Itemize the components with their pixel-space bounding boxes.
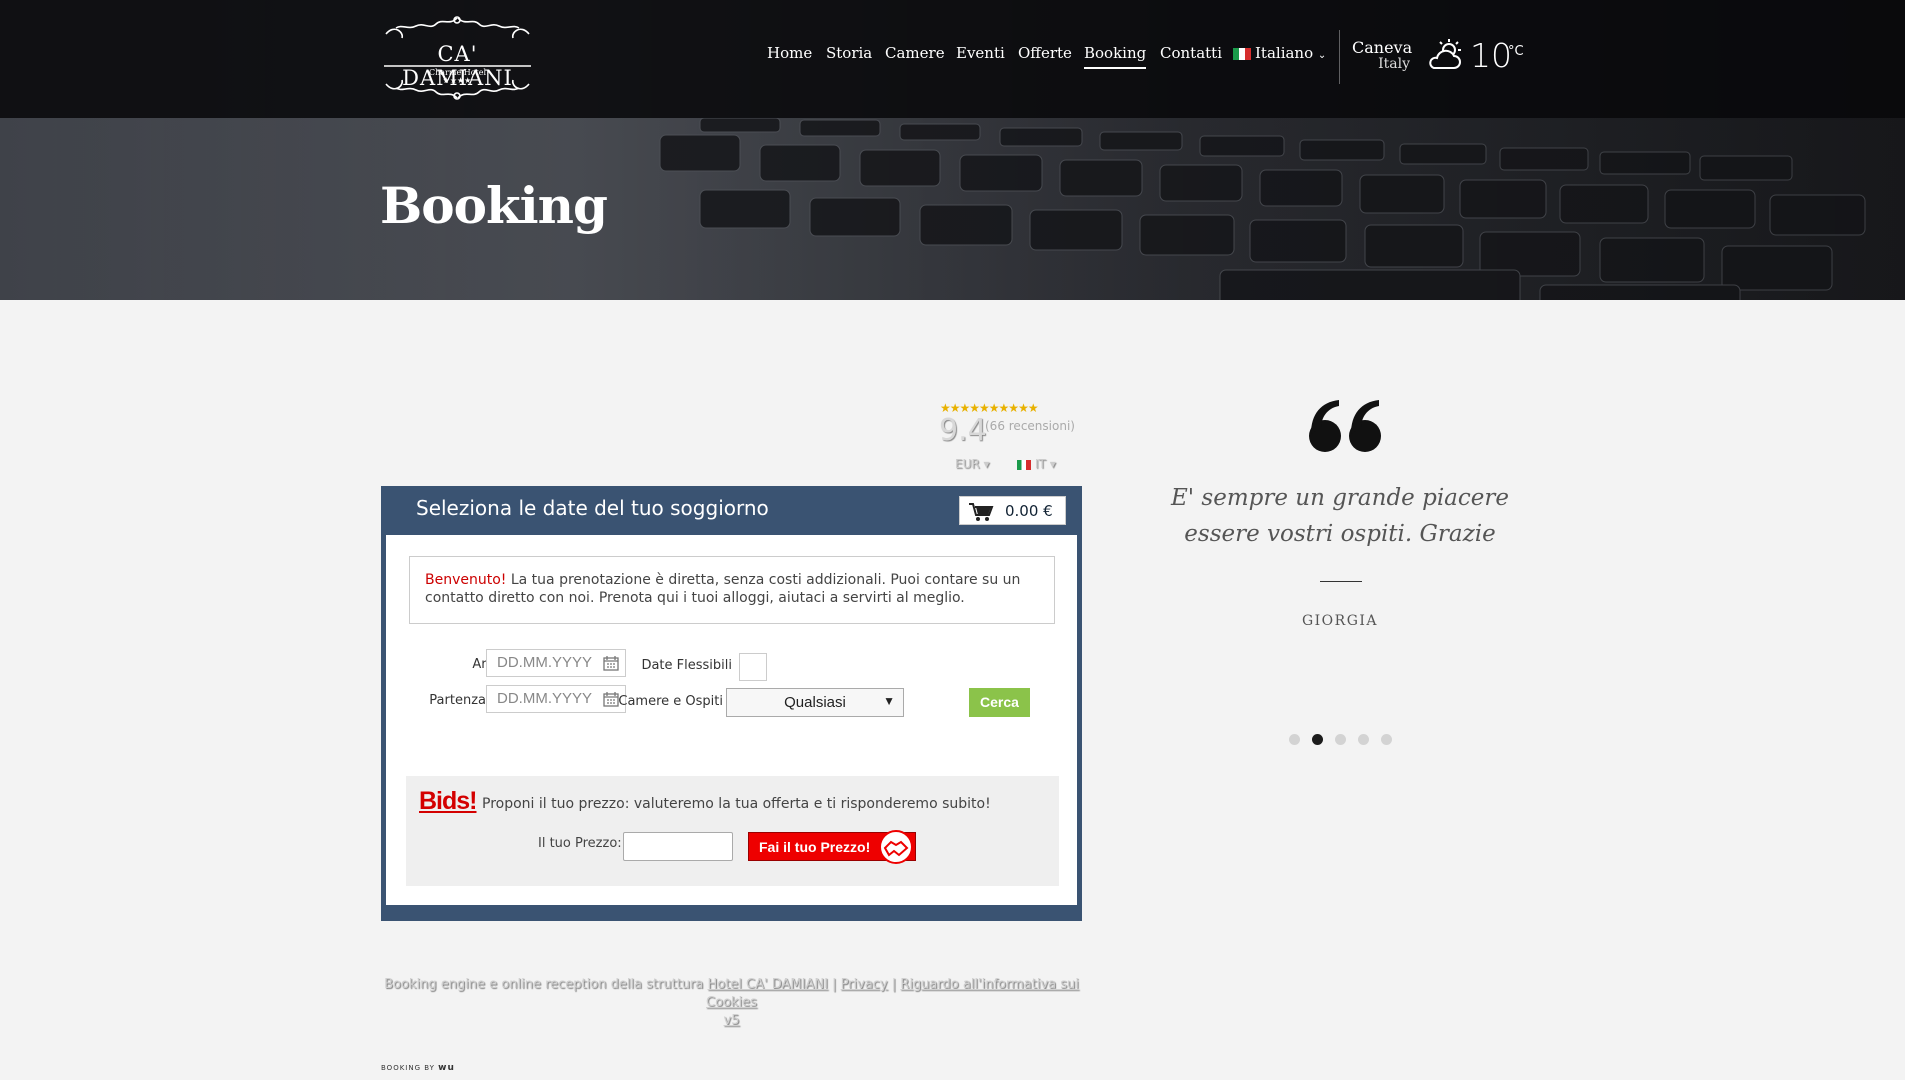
cart-total: 0.00 € (1005, 502, 1053, 520)
welcome-text: La tua prenotazione è diretta, senza cos… (425, 572, 1021, 606)
chevron-down-icon: ▼ (883, 694, 895, 708)
nav-eventi[interactable]: Eventi (956, 44, 1005, 62)
booking-page: ★★★★ CA' DAMIANI Charme Hotel Home Stori… (0, 0, 1905, 1080)
nav-home[interactable]: Home (767, 44, 812, 62)
make-offer-button[interactable]: Fai il tuo Prezzo! (748, 830, 916, 864)
departure-date-input[interactable]: DD.MM.YYYY (486, 685, 626, 713)
flexible-dates-label: Date Flessibili (641, 658, 732, 673)
testimonial-author: GIORGIA (1301, 613, 1379, 629)
slider-dot[interactable] (1358, 734, 1369, 745)
cart-icon (969, 503, 994, 521)
departure-label: Partenza (429, 693, 486, 708)
welcome-title: Benvenuto! (425, 572, 507, 588)
price-input[interactable] (623, 832, 733, 861)
reviews-count[interactable]: (66 recensioni) (985, 419, 1075, 433)
arrival-placeholder: DD.MM.YYYY (497, 654, 593, 671)
nav-camere[interactable]: Camere (885, 44, 945, 62)
nav-offerte[interactable]: Offerte (1018, 44, 1072, 62)
search-button[interactable]: Cerca (969, 688, 1030, 717)
testimonial-quote: E' sempre un grande piacere essere vostr… (1170, 485, 1509, 547)
bids-panel: Bids! Proponi il tuo prezzo: valuteremo … (406, 776, 1059, 886)
footer-separator: | (827, 977, 841, 992)
nav-booking[interactable]: Booking (1084, 44, 1147, 69)
currency-selector[interactable]: EUR ▾ (955, 457, 990, 471)
make-offer-label: Fai il tuo Prezzo! (759, 839, 871, 855)
widget-body: Benvenuto! La tua prenotazione è diretta… (386, 535, 1077, 905)
nav-contatti[interactable]: Contatti (1160, 44, 1222, 62)
version-link[interactable]: v5 (724, 1013, 740, 1028)
booking-widget: Seleziona le date del tuo soggiorno 0.00… (381, 486, 1082, 921)
language-label: Italiano (1255, 44, 1314, 62)
widget-heading: Seleziona le date del tuo soggiorno (416, 496, 769, 520)
partly-cloudy-icon (1429, 39, 1461, 69)
page-title: Booking (380, 176, 608, 235)
hero-banner: ★★★★ CA' DAMIANI Charme Hotel Home Stori… (0, 0, 1905, 300)
booking-by-label: BOOKING BY (381, 1064, 435, 1072)
rooms-guests-value: Qualsiasi (784, 694, 846, 711)
departure-placeholder: DD.MM.YYYY (497, 690, 593, 707)
testimonial-divider (1320, 581, 1362, 582)
slider-dot[interactable] (1289, 734, 1300, 745)
logo-subtitle: Charme Hotel (428, 68, 487, 77)
italy-flag-icon (1233, 48, 1251, 60)
booking-by[interactable]: BOOKING BY wu (381, 1063, 455, 1073)
arrival-date-input[interactable]: DD.MM.YYYY (486, 649, 626, 677)
language-selector[interactable]: Italiano ⌄ (1233, 44, 1326, 62)
bids-title: Bids! (419, 787, 477, 815)
weather-city: Caneva (1352, 38, 1413, 57)
weather-country: Italy (1378, 56, 1410, 72)
widget-language-selector[interactable]: IT ▾ (1017, 457, 1056, 471)
rooms-guests-select[interactable]: Qualsiasi ▼ (726, 688, 904, 717)
temperature-unit: °C (1508, 44, 1524, 59)
italy-flag-icon (1017, 459, 1031, 470)
chevron-down-icon: ▾ (1049, 457, 1056, 471)
rooms-guests-label: Camere e Ospiti (618, 694, 723, 709)
slider-dot[interactable] (1312, 734, 1323, 745)
calendar-icon[interactable] (603, 655, 619, 671)
welcome-message: Benvenuto! La tua prenotazione è diretta… (409, 556, 1055, 624)
cart-button[interactable]: 0.00 € (959, 496, 1066, 525)
top-navigation-bar: ★★★★ CA' DAMIANI Charme Hotel Home Stori… (0, 0, 1905, 118)
temperature-value: 10 (1470, 36, 1512, 75)
slider-dot[interactable] (1381, 734, 1392, 745)
bids-text: Proponi il tuo prezzo: valuteremo la tua… (482, 796, 991, 812)
footer-prefix: Booking engine e online reception della … (384, 977, 708, 992)
quote-icon (1309, 400, 1381, 452)
currency-label: EUR (955, 457, 980, 471)
slider-dot[interactable] (1335, 734, 1346, 745)
booking-by-brand: wu (438, 1063, 455, 1073)
price-label: Il tuo Prezzo: (538, 836, 622, 851)
hotel-link[interactable]: Hotel CA' DAMIANI (707, 977, 827, 992)
header-divider (1339, 30, 1340, 84)
handshake-icon (879, 830, 913, 864)
hotel-logo[interactable]: ★★★★ CA' DAMIANI Charme Hotel (380, 12, 535, 106)
flexible-dates-checkbox[interactable] (739, 653, 767, 681)
logo-name: CA' DAMIANI (402, 42, 513, 90)
widget-language-label: IT (1035, 457, 1046, 471)
rating-score: 9.4 (939, 413, 987, 448)
widget-footer: Booking engine e online reception della … (381, 976, 1082, 1030)
nav-storia[interactable]: Storia (826, 44, 872, 62)
chevron-down-icon: ⌄ (1317, 50, 1327, 61)
footer-separator: | (887, 977, 901, 992)
privacy-link[interactable]: Privacy (841, 977, 888, 992)
chevron-down-icon: ▾ (983, 457, 990, 471)
